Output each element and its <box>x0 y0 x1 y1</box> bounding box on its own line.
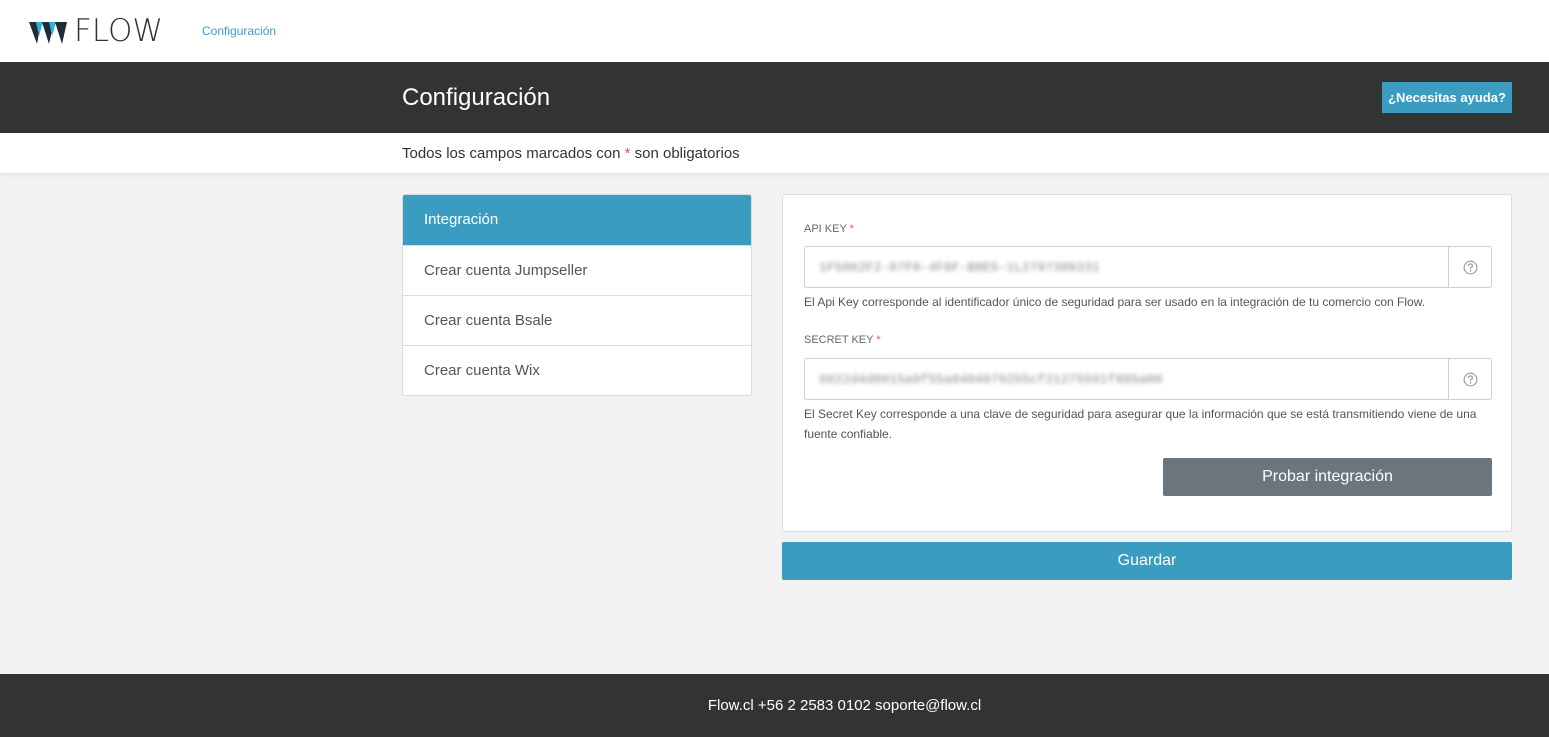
notice-prefix: Todos los campos marcados con <box>402 145 625 162</box>
menu-item-jumpseller[interactable]: Crear cuenta Jumpseller <box>403 245 751 295</box>
question-circle-icon <box>1463 372 1477 386</box>
top-navbar: FLOW Configuración <box>0 0 1549 62</box>
page-header: Configuración ¿Necesitas ayuda? <box>0 62 1549 133</box>
notice-band: Todos los campos marcados con * son obli… <box>0 133 1549 173</box>
help-button[interactable]: ¿Necesitas ayuda? <box>1382 82 1512 113</box>
logo-text: FLOW <box>74 13 164 49</box>
flow-logo[interactable]: FLOW <box>29 13 164 49</box>
api-key-help-text: El Api Key corresponde al identificador … <box>804 295 1426 309</box>
secret-key-group <box>804 358 1492 400</box>
secret-key-input[interactable] <box>805 359 1448 399</box>
test-integration-button[interactable]: Probar integración <box>1163 458 1492 496</box>
notice-suffix: son obligatorios <box>630 145 740 162</box>
secret-key-label-text: SECRET KEY <box>804 334 874 346</box>
api-key-help-addon[interactable] <box>1448 247 1491 287</box>
footer-contact: Flow.cl +56 2 2583 0102 soporte@flow.cl <box>707 697 982 714</box>
integration-panel: API KEY * El Api Key corresponde al iden… <box>782 194 1512 532</box>
menu-item-wix[interactable]: Crear cuenta Wix <box>403 345 751 395</box>
api-key-input[interactable] <box>805 247 1448 287</box>
nav-link-configuracion[interactable]: Configuración <box>202 24 276 38</box>
api-key-label: API KEY * <box>804 223 854 235</box>
menu-item-bsale[interactable]: Crear cuenta Bsale <box>403 295 751 345</box>
api-key-required-star: * <box>849 223 854 235</box>
page-title: Configuración <box>402 84 551 111</box>
api-key-label-text: API KEY <box>804 223 847 235</box>
question-circle-icon <box>1463 260 1477 274</box>
required-notice: Todos los campos marcados con * son obli… <box>402 145 740 162</box>
api-key-group <box>804 246 1492 288</box>
flow-logo-mark-icon <box>29 22 67 44</box>
secret-key-required-star: * <box>876 334 881 346</box>
save-button[interactable]: Guardar <box>782 542 1512 580</box>
secret-key-label: SECRET KEY * <box>804 334 881 346</box>
secret-key-help-text: El Secret Key corresponde a una clave de… <box>804 407 1477 441</box>
secret-key-help-addon[interactable] <box>1448 359 1491 399</box>
footer: Flow.cl +56 2 2583 0102 soporte@flow.cl <box>0 674 1549 737</box>
menu-item-integracion[interactable]: Integración <box>403 195 751 245</box>
side-menu: Integración Crear cuenta Jumpseller Crea… <box>402 194 752 396</box>
